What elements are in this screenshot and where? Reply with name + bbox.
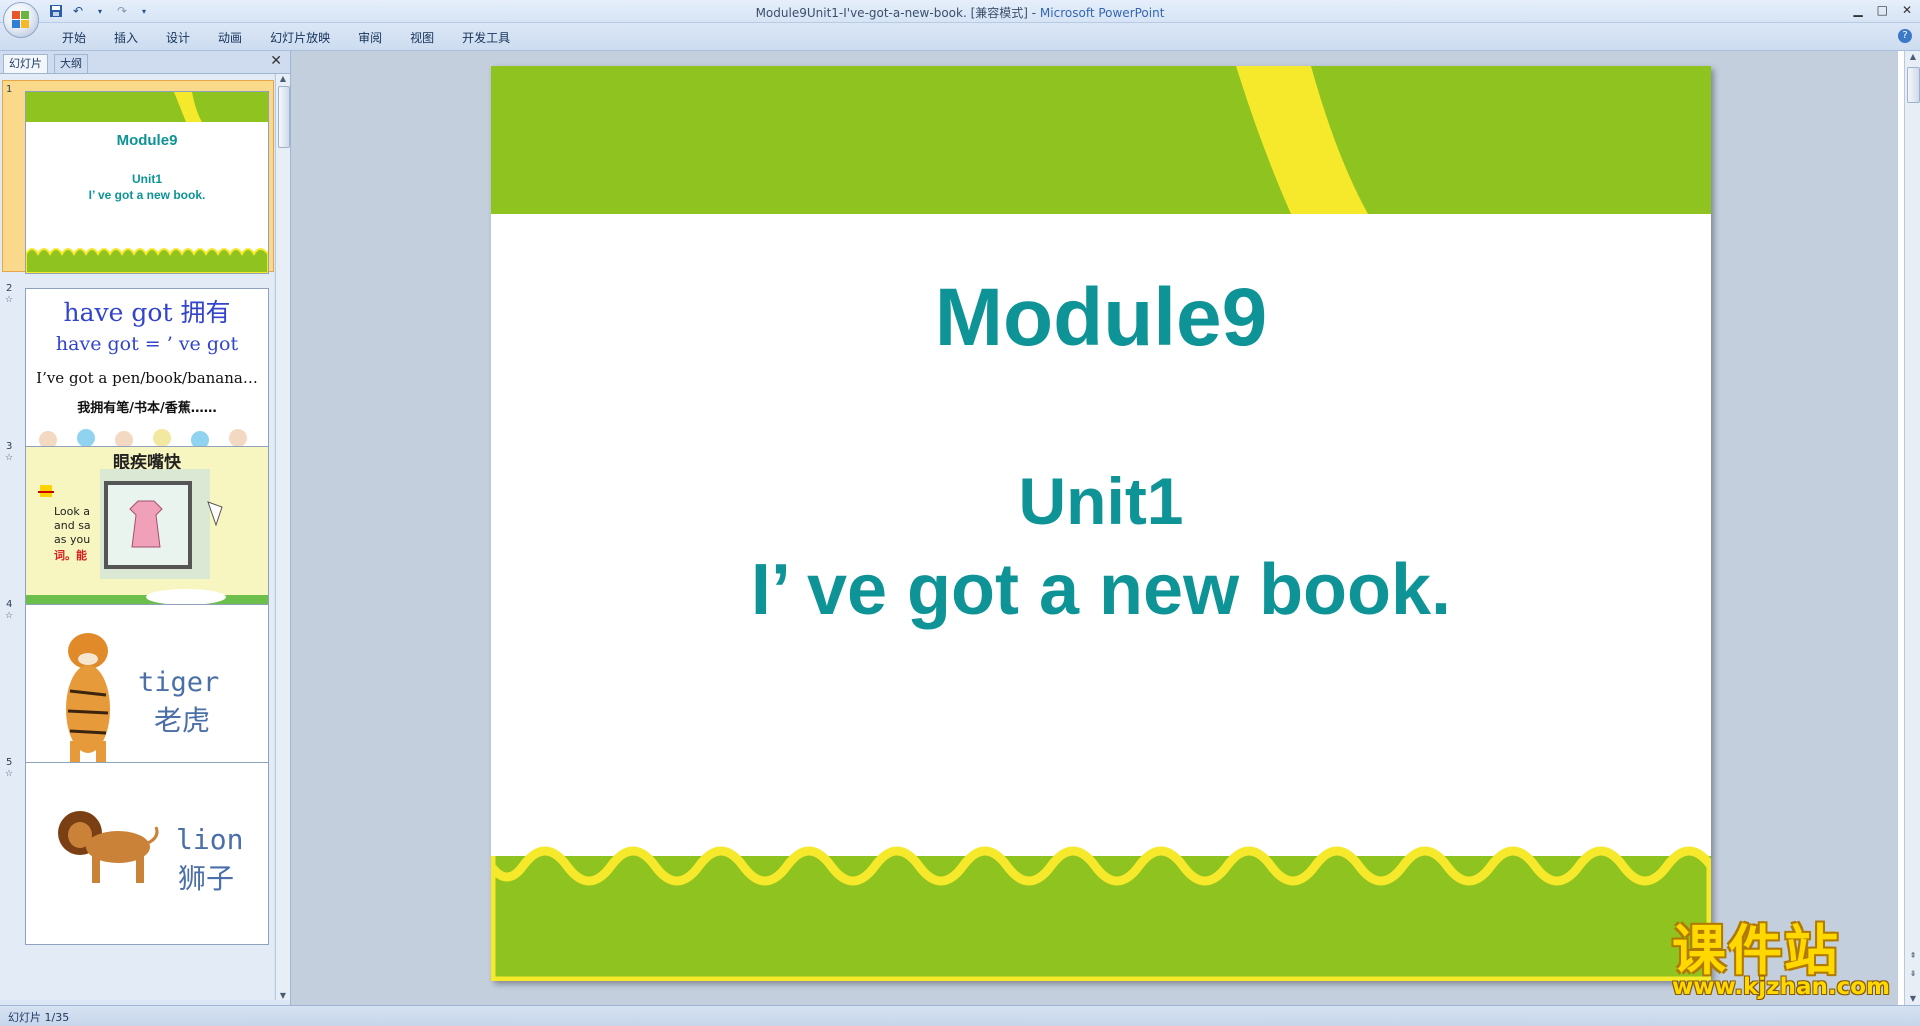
tab-outline[interactable]: 大纲 (54, 54, 88, 73)
thumbnail-2-line3: I’ve got a pen/book/banana… (36, 369, 258, 387)
close-icon[interactable]: ✕ (1902, 3, 1912, 17)
tab-home[interactable]: 开始 (48, 29, 100, 46)
next-slide-icon[interactable]: ⇟ (1908, 969, 1918, 978)
thumbnail-2-line1: have got 拥有 (63, 298, 231, 327)
slides-pane: 幻灯片 大纲 ✕ 1 Module9 Unit1 I’ ve got a new… (0, 51, 291, 1005)
tab-design[interactable]: 设计 (152, 29, 204, 46)
dress-picture-icon (26, 469, 268, 628)
thumbnail-scrollbar[interactable]: ▲ ▼ (275, 74, 290, 1000)
thumbnail-slide-1[interactable]: Module9 Unit1 I’ ve got a new book. (25, 91, 269, 274)
watermark-url: www.kjzhan.com (1672, 974, 1890, 1000)
scrollbar-thumb[interactable] (278, 86, 290, 148)
tab-view[interactable]: 视图 (396, 29, 448, 46)
window-title: Module9Unit1-I've-got-a-new-book. [兼容模式]… (0, 4, 1920, 21)
title-separator: - (1027, 6, 1040, 20)
thumbnail-number: 4 (6, 599, 13, 610)
thumbnail-2-line2: have got = ’ ve got (55, 333, 239, 355)
pane-close-icon[interactable]: ✕ (270, 53, 282, 69)
animation-star-icon: ☆ (5, 453, 14, 463)
ribbon-tabs: 开始 插入 设计 动画 幻灯片放映 审阅 视图 开发工具 (48, 29, 524, 46)
thumbnail-4-cn: 老虎 (154, 704, 211, 737)
document-name: Module9Unit1-I've-got-a-new-book. [兼容模式] (755, 6, 1028, 20)
scroll-up-icon[interactable]: ▲ (1908, 52, 1918, 61)
scrollbar-thumb[interactable] (1907, 67, 1920, 103)
thumbnail-slide-5[interactable]: lion 狮子 (25, 762, 269, 945)
thumbnail-slide-4[interactable]: tiger 老虎 (25, 604, 269, 787)
slide-title[interactable]: Module9 (491, 271, 1711, 365)
thumbnail-number: 3 (6, 441, 13, 452)
tab-developer[interactable]: 开发工具 (448, 29, 524, 46)
app-name: Microsoft PowerPoint (1039, 6, 1165, 20)
animation-star-icon: ☆ (5, 769, 14, 779)
thumbnail-4-word: tiger (138, 667, 220, 698)
office-logo-icon (12, 11, 30, 29)
thumbnail-number: 1 (6, 84, 13, 95)
tab-insert[interactable]: 插入 (100, 29, 152, 46)
previous-slide-icon[interactable]: ⇞ (1908, 951, 1918, 960)
animation-star-icon: ☆ (5, 295, 14, 305)
watermark-title: 课件站 (1672, 919, 1840, 982)
tab-review[interactable]: 审阅 (344, 29, 396, 46)
thumbnail-slide-3[interactable]: 眼疾嘴快 Look a and sa as you 词。能 (25, 446, 269, 629)
thumbnail-5-cn: 狮子 (178, 862, 235, 895)
thumbnail-5-word: lion (176, 823, 244, 856)
kjzhan-watermark-logo: 课件站 www.kjzhan.com (1672, 922, 1902, 1002)
slide-counter: 幻灯片 1/35 (8, 1011, 70, 1024)
slide-subtitle-sentence[interactable]: I’ ve got a new book. (491, 549, 1711, 631)
thumbnail-2-line4: 我拥有笔/书本/香蕉…… (77, 401, 217, 416)
lion-picture-icon (58, 811, 159, 883)
slide-subtitle-unit[interactable]: Unit1 (491, 463, 1711, 539)
tab-slides[interactable]: 幻灯片 (3, 54, 48, 73)
thumbnail-1-title: Module9 (116, 132, 178, 149)
scroll-down-icon[interactable]: ▼ (1908, 994, 1918, 1003)
scroll-down-icon[interactable]: ▼ (278, 991, 288, 1000)
thumbnail-1-line2: I’ ve got a new book. (88, 188, 206, 202)
scroll-up-icon[interactable]: ▲ (278, 74, 288, 83)
thumbnail-number: 2 (6, 283, 13, 294)
title-bar: ↶ ▾ ↷ ▾ Module9Unit1-I've-got-a-new-book… (0, 0, 1920, 23)
animation-star-icon: ☆ (5, 611, 14, 621)
status-bar: 幻灯片 1/35 (0, 1005, 1920, 1026)
tab-slideshow[interactable]: 幻灯片放映 (256, 29, 344, 46)
tab-animations[interactable]: 动画 (204, 29, 256, 46)
thumbnail-1-line1: Unit1 (132, 172, 162, 186)
pane-tabs: 幻灯片 大纲 ✕ (0, 51, 290, 74)
office-button[interactable] (3, 2, 39, 38)
help-icon[interactable]: ? (1898, 29, 1912, 43)
thumbnail-number: 5 (6, 757, 13, 768)
slide-scrollbar[interactable]: ▲ ⇞ ⇟ ▼ (1904, 51, 1920, 1005)
tiger-picture-icon (66, 633, 110, 767)
thumbnail-slide-2[interactable]: have got 拥有 have got = ’ ve got I’ve got… (25, 288, 269, 471)
maximize-icon[interactable]: □ (1877, 3, 1888, 17)
minimize-icon[interactable]: ▁ (1853, 3, 1862, 17)
window-controls: ▁ □ ✕ (1853, 3, 1912, 17)
current-slide[interactable]: Module9 Unit1 I’ ve got a new book. (491, 66, 1711, 981)
ribbon: 开始 插入 设计 动画 幻灯片放映 审阅 视图 开发工具 ? (0, 23, 1920, 51)
thumbnail-list: 1 Module9 Unit1 I’ ve got a new book. 2 … (0, 74, 274, 1000)
